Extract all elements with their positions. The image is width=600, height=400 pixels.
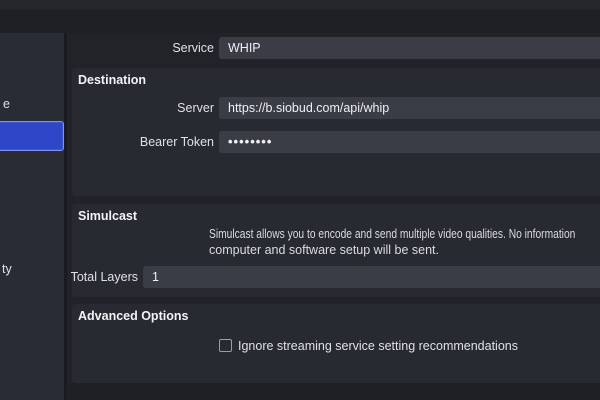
destination-group-title: Destination: [78, 73, 147, 87]
simulcast-description-line1: Simulcast allows you to encode and send …: [209, 227, 576, 241]
ignore-recommendations-checkbox[interactable]: [219, 339, 232, 352]
service-combobox[interactable]: WHIP: [219, 37, 600, 59]
total-layers-input[interactable]: 1: [143, 266, 600, 288]
total-layers-label: Total Layers: [70, 270, 138, 284]
settings-sidebar: e ty: [0, 33, 64, 400]
sidebar-item-truncated-1[interactable]: e: [3, 97, 10, 111]
settings-window: e ty Service WHIP Destination Server htt…: [0, 0, 600, 400]
server-label: Server: [177, 101, 214, 115]
server-input[interactable]: https://b.siobud.com/api/whip: [219, 97, 600, 119]
sidebar-item-truncated-2[interactable]: ty: [2, 262, 12, 276]
bearer-token-input[interactable]: ••••••••: [219, 131, 600, 153]
ignore-recommendations-checkbox-label[interactable]: Ignore streaming service setting recomme…: [238, 339, 518, 353]
simulcast-description-line2: computer and software setup will be sent…: [209, 243, 439, 257]
sidebar-item-selected[interactable]: [0, 121, 64, 151]
content-bottom-band: [66, 383, 600, 400]
simulcast-group-title: Simulcast: [78, 209, 138, 223]
service-label: Service: [172, 41, 214, 55]
window-top-band: [0, 0, 600, 33]
advanced-options-group-title: Advanced Options: [78, 309, 189, 323]
bearer-token-label: Bearer Token: [139, 135, 214, 149]
sidebar-divider: [64, 33, 67, 400]
